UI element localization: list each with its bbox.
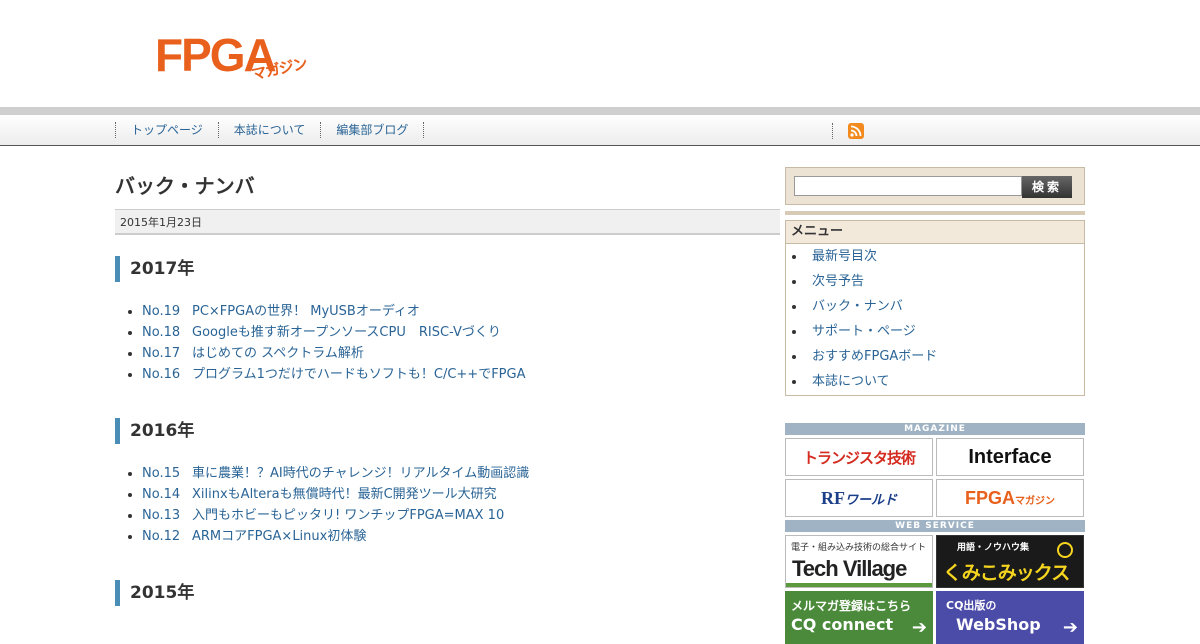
banner-text: Tech Village xyxy=(792,556,907,581)
banner-text: トランジスタ技術 xyxy=(802,448,916,467)
menu-item-support[interactable]: サポート・ページ xyxy=(792,319,1084,344)
page-title: バック・ナンバ xyxy=(115,174,255,198)
issue-link[interactable]: No.19 PC×FPGAの世界！ MyUSBオーディオ xyxy=(127,301,525,322)
issue-title: PC×FPGAの世界！ MyUSBオーディオ xyxy=(192,304,420,319)
issue-title: XilinxもAlteraも無償時代！最新C開発ツール大研究 xyxy=(192,487,497,502)
issue-link[interactable]: No.18 Googleも推す新オープンソースCPU RISC-Vづくり xyxy=(127,322,525,343)
nav-divider xyxy=(423,122,425,138)
issue-link[interactable]: No.13 入門もホビーもピッタリ! ワンチップFPGA=MAX 10 xyxy=(127,505,529,526)
banner-fpga[interactable]: FPGAマガジン xyxy=(936,479,1084,517)
arrow-right-icon: ➔ xyxy=(1062,617,1078,638)
post-date: 2015年1月23日 xyxy=(115,209,780,235)
banner-kumikomix[interactable]: 用語・ノウハウ集 くみこみックス xyxy=(936,535,1084,588)
magazine-label: MAGAZINE xyxy=(785,423,1085,435)
banner-webshop[interactable]: CQ出版の WebShop ➔ xyxy=(936,591,1084,644)
banner-text: RFワールド xyxy=(820,487,897,508)
issue-number: No.16 xyxy=(142,367,181,382)
banner-subtext: メルマガ登録はこちら xyxy=(791,599,912,613)
banner-techvillage[interactable]: 電子・組み込み技術の総合サイト Tech Village xyxy=(785,535,933,588)
banner-text: Interface xyxy=(968,445,1052,468)
banner-text: くみこみックス xyxy=(943,562,1070,584)
search-input[interactable] xyxy=(794,176,1022,196)
issue-list: No.19 PC×FPGAの世界！ MyUSBオーディオ No.18 Googleも… xyxy=(127,301,526,385)
issue-title: 入門もホビーもピッタリ! ワンチップFPGA=MAX 10 xyxy=(192,508,505,523)
banner-rfworld[interactable]: RFワールド xyxy=(785,479,933,517)
search-button[interactable]: 検索 xyxy=(1022,176,1072,198)
issue-number: No.19 xyxy=(142,304,181,319)
header-band xyxy=(0,107,1200,115)
nav-divider xyxy=(832,123,833,139)
issue-link[interactable]: No.17 はじめての スペクトラム解析 xyxy=(127,343,525,364)
issue-list: No.15 車に農業！？AI時代のチャレンジ！リアルタイム動画認識 No.14 Xi… xyxy=(127,463,530,547)
year-heading: 2017年 xyxy=(115,256,315,282)
nav-item-top[interactable]: トップページ xyxy=(115,122,218,138)
sidebar-menu: メニュー 最新号目次 次号予告 バック・ナンバ サポート・ページ おすすめFPG… xyxy=(785,220,1085,396)
menu-item-about[interactable]: 本誌について xyxy=(792,369,1084,394)
issue-link[interactable]: No.16 プログラム1つだけでハードもソフトも！C/C++でFPGA xyxy=(127,364,526,385)
banner-interface[interactable]: Interface xyxy=(936,438,1084,476)
year-heading: 2015年 xyxy=(115,580,315,606)
year-heading: 2016年 xyxy=(115,418,315,444)
issue-title: プログラム1つだけでハードもソフトも！C/C++でFPGA xyxy=(192,367,526,382)
issue-number: No.14 xyxy=(142,487,181,502)
menu-item-boards[interactable]: おすすめFPGAボード xyxy=(792,344,1084,369)
search-box: 検索 xyxy=(785,167,1085,205)
issue-link[interactable]: No.15 車に農業！？AI時代のチャレンジ！リアルタイム動画認識 xyxy=(127,463,530,484)
issue-title: Googleも推す新オープンソースCPU RISC-Vづくり xyxy=(192,325,501,340)
banner-text: CQ connect xyxy=(791,615,894,634)
nav-item-about[interactable]: 本誌について xyxy=(217,122,321,138)
issue-number: No.17 xyxy=(142,346,181,361)
nav-item-blog[interactable]: 編集部ブログ xyxy=(320,122,423,138)
banner-subtext: 用語・ノウハウ集 xyxy=(957,543,1030,553)
banner-subtext: CQ出版の xyxy=(946,599,997,612)
issue-number: No.15 xyxy=(142,466,181,481)
webservice-label: WEB SERVICE xyxy=(785,520,1085,532)
issue-title: ARMコアFPGA×Linux初体験 xyxy=(192,529,367,544)
issue-number: No.12 xyxy=(142,529,181,544)
sidebar-divider xyxy=(785,211,1085,215)
rss-icon[interactable] xyxy=(848,123,864,139)
site-logo[interactable]: FPGA マガジン xyxy=(155,30,310,86)
issue-title: 車に農業！？AI時代のチャレンジ！リアルタイム動画認識 xyxy=(192,466,530,481)
menu-list: 最新号目次 次号予告 バック・ナンバ サポート・ページ おすすめFPGAボード … xyxy=(786,244,1084,394)
menu-item-backnumber[interactable]: バック・ナンバ xyxy=(792,294,1084,319)
issue-link[interactable]: No.14 XilinxもAlteraも無償時代！最新C開発ツール大研究 xyxy=(127,484,529,505)
banner-text: WebShop xyxy=(956,615,1041,634)
banner-subtext: 電子・組み込み技術の総合サイト xyxy=(791,543,927,553)
issue-number: No.18 xyxy=(142,325,181,340)
banner-mailmag[interactable]: メルマガ登録はこちら CQ connect ➔ xyxy=(785,591,933,644)
issue-link[interactable]: No.12 ARMコアFPGA×Linux初体験 xyxy=(127,526,529,547)
banner-accent xyxy=(786,583,932,587)
global-nav: トップページ 本誌について 編集部ブログ xyxy=(115,115,425,145)
banner-transistor[interactable]: トランジスタ技術 xyxy=(785,438,933,476)
site-header: FPGA マガジン xyxy=(0,0,1200,107)
arrow-right-icon: ➔ xyxy=(911,617,927,638)
banner-text: FPGAマガジン xyxy=(964,487,1055,508)
menu-title: メニュー xyxy=(786,221,1084,244)
issue-number: No.13 xyxy=(142,508,181,523)
nav-bar: トップページ 本誌について 編集部ブログ xyxy=(0,115,1200,146)
lightbulb-icon xyxy=(1057,542,1073,558)
issue-title: はじめての スペクトラム解析 xyxy=(192,346,364,361)
menu-item-latest[interactable]: 最新号目次 xyxy=(792,244,1084,269)
menu-item-next[interactable]: 次号予告 xyxy=(792,269,1084,294)
